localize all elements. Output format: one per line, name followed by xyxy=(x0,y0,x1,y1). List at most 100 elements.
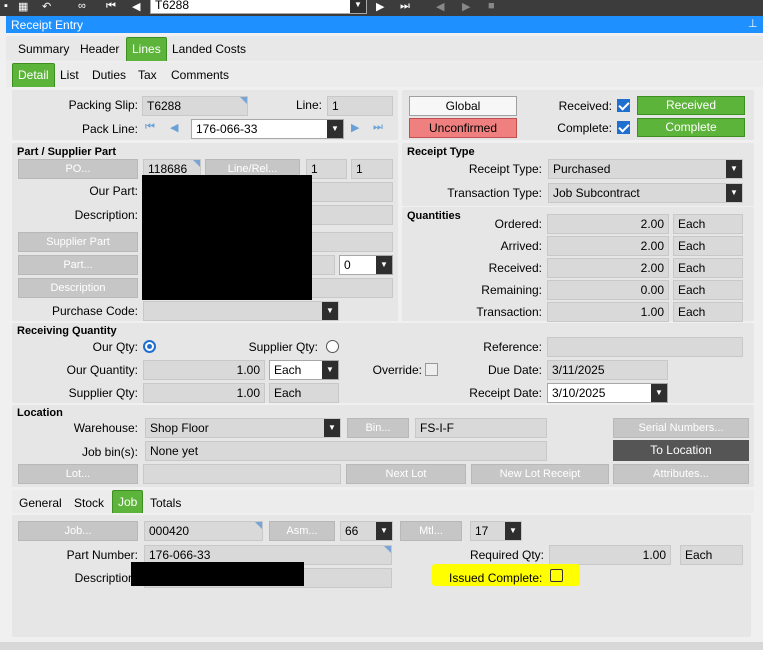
receipt-date-picker[interactable]: 3/10/2025 ▼ xyxy=(547,383,668,403)
description-button[interactable]: Description xyxy=(18,278,138,298)
mtl-select[interactable]: 17 ▼ xyxy=(470,521,522,541)
last-record-icon[interactable]: ⏭ xyxy=(400,0,410,13)
asm-select[interactable]: 66 ▼ xyxy=(340,521,393,541)
po-release-field[interactable]: 1 xyxy=(351,159,393,179)
tab-comments[interactable]: Comments xyxy=(166,64,234,86)
supplier-qty-radio[interactable] xyxy=(326,340,339,353)
ordered-field[interactable]: 2.00 xyxy=(547,214,669,234)
tab-summary[interactable]: Summary xyxy=(13,38,74,60)
tab-stock[interactable]: Stock xyxy=(69,492,109,514)
remaining-field[interactable]: 0.00 xyxy=(547,280,669,300)
lot-button[interactable]: Lot... xyxy=(18,464,138,484)
revision-select[interactable]: 0 ▼ xyxy=(339,255,393,275)
next-pack-line-icon[interactable]: ▶ xyxy=(351,121,359,134)
complete-status-button[interactable]: Complete xyxy=(637,118,745,137)
serial-numbers-button[interactable]: Serial Numbers... xyxy=(613,418,749,438)
received-uom[interactable]: Each xyxy=(673,258,743,278)
new-lot-receipt-button[interactable]: New Lot Receipt xyxy=(471,464,609,484)
clipboard-icon[interactable]: ▦ xyxy=(18,0,28,13)
transaction-type-select[interactable]: Job Subcontract ▼ xyxy=(548,183,743,203)
bin-button[interactable]: Bin... xyxy=(347,418,409,438)
override-checkbox[interactable] xyxy=(425,363,438,376)
previous-record-icon[interactable]: ◀ xyxy=(132,0,140,13)
tab-duties[interactable]: Duties xyxy=(87,64,131,86)
transaction-uom[interactable]: Each xyxy=(673,302,743,322)
chevron-down-icon[interactable]: ▼ xyxy=(350,0,366,13)
supplier-qty-field[interactable]: 1.00 xyxy=(143,383,265,403)
save-icon[interactable]: ▪ xyxy=(4,0,8,12)
receipt-type-select[interactable]: Purchased ▼ xyxy=(548,159,743,179)
bin-field[interactable]: FS-I-F xyxy=(415,418,547,438)
tab-general[interactable]: General xyxy=(14,492,67,514)
our-qty-radio[interactable] xyxy=(143,340,156,353)
remaining-uom[interactable]: Each xyxy=(673,280,743,300)
circle-left-icon[interactable]: ◀ xyxy=(436,0,444,13)
required-qty-field[interactable]: 1.00 xyxy=(549,545,671,565)
supplier-uom-field[interactable]: Each xyxy=(269,383,339,403)
next-lot-button[interactable]: Next Lot xyxy=(346,464,466,484)
job-field[interactable]: 000420 xyxy=(144,521,263,541)
chevron-down-icon[interactable]: ▼ xyxy=(327,120,343,138)
received-checkbox[interactable] xyxy=(617,99,630,112)
chevron-down-icon[interactable]: ▼ xyxy=(505,522,521,540)
po-button[interactable]: PO... xyxy=(18,159,138,179)
last-pack-line-icon[interactable]: ⏭ xyxy=(373,121,383,134)
issued-complete-checkbox[interactable] xyxy=(550,569,563,582)
packing-slip-field[interactable]: T6288 xyxy=(142,96,248,116)
chevron-down-icon[interactable]: ▼ xyxy=(376,256,392,274)
pack-line-select[interactable]: 176-066-33 ▼ xyxy=(191,119,344,139)
first-record-icon[interactable]: ⏮ xyxy=(106,0,116,13)
po-line-field[interactable]: 1 xyxy=(306,159,347,179)
stop-icon[interactable]: ■ xyxy=(488,0,495,12)
chevron-down-icon[interactable]: ▼ xyxy=(651,384,667,402)
warehouse-select[interactable]: Shop Floor ▼ xyxy=(145,418,341,438)
tab-tax[interactable]: Tax xyxy=(133,64,162,86)
part-button[interactable]: Part... xyxy=(18,255,138,275)
tab-list[interactable]: List xyxy=(55,64,84,86)
binoculars-icon[interactable]: ∞ xyxy=(78,0,86,12)
pin-icon[interactable]: ⊥ xyxy=(748,17,758,30)
undo-icon[interactable]: ↶ xyxy=(42,0,51,13)
tab-totals[interactable]: Totals xyxy=(145,492,186,514)
tab-job[interactable]: Job xyxy=(112,490,144,513)
line-field[interactable]: 1 xyxy=(327,96,393,116)
chevron-down-icon[interactable]: ▼ xyxy=(322,361,338,379)
received-status-button[interactable]: Received xyxy=(637,96,745,115)
global-button[interactable]: Global xyxy=(409,96,517,116)
chevron-down-icon[interactable]: ▼ xyxy=(726,160,742,178)
complete-checkbox[interactable] xyxy=(617,121,630,134)
circle-right-icon[interactable]: ▶ xyxy=(462,0,470,13)
transaction-field[interactable]: 1.00 xyxy=(547,302,669,322)
tab-landed-costs[interactable]: Landed Costs xyxy=(167,38,251,60)
previous-pack-line-icon[interactable]: ◀ xyxy=(170,121,178,134)
supplier-part-button[interactable]: Supplier Part xyxy=(18,232,138,252)
our-quantity-field[interactable]: 1.00 xyxy=(143,360,265,380)
chevron-down-icon[interactable]: ▼ xyxy=(726,184,742,202)
reference-field[interactable] xyxy=(547,337,743,357)
received-qty-field[interactable]: 2.00 xyxy=(547,258,669,278)
lot-field[interactable] xyxy=(143,464,341,484)
arrived-field[interactable]: 2.00 xyxy=(547,236,669,256)
to-location-button[interactable]: To Location xyxy=(613,440,749,461)
job-button[interactable]: Job... xyxy=(18,521,138,541)
unconfirmed-button[interactable]: Unconfirmed xyxy=(409,118,517,138)
due-date-field[interactable]: 3/11/2025 xyxy=(547,360,668,380)
attributes-button[interactable]: Attributes... xyxy=(613,464,749,484)
tab-lines[interactable]: Lines xyxy=(126,37,167,61)
asm-button[interactable]: Asm... xyxy=(269,521,335,541)
first-pack-line-icon[interactable]: ⏮ xyxy=(145,121,155,134)
tab-detail[interactable]: Detail xyxy=(12,63,55,87)
chevron-down-icon[interactable]: ▼ xyxy=(322,302,338,320)
ordered-uom[interactable]: Each xyxy=(673,214,743,234)
arrived-uom[interactable]: Each xyxy=(673,236,743,256)
next-record-icon[interactable]: ▶ xyxy=(376,0,384,13)
our-uom-select[interactable]: Each ▼ xyxy=(269,360,339,380)
purchase-code-select[interactable]: ▼ xyxy=(143,301,339,321)
record-search-input[interactable]: T6288 ▼ xyxy=(150,0,367,14)
job-bins-field[interactable]: None yet xyxy=(145,441,547,461)
mtl-button[interactable]: Mtl... xyxy=(400,521,462,541)
tab-header[interactable]: Header xyxy=(75,38,124,60)
required-uom-field[interactable]: Each xyxy=(680,545,743,565)
chevron-down-icon[interactable]: ▼ xyxy=(376,522,392,540)
chevron-down-icon[interactable]: ▼ xyxy=(324,419,340,437)
